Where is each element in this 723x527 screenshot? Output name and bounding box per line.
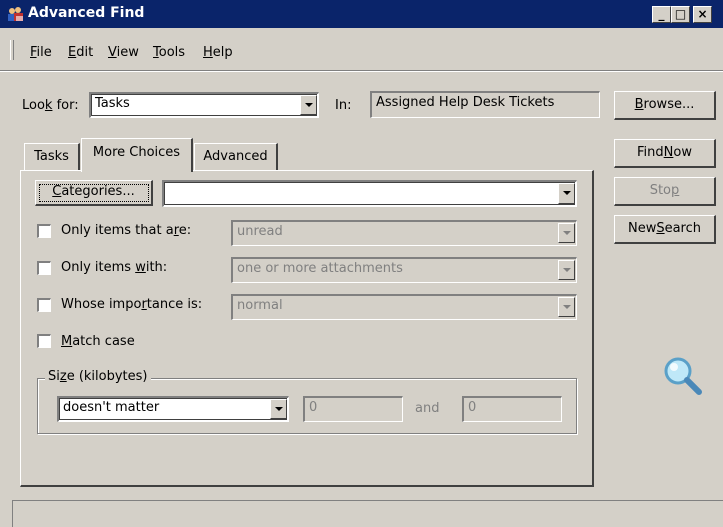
whose-importance-value: normal — [237, 298, 283, 313]
only-items-that-are-dropdown-button[interactable] — [558, 223, 575, 243]
whose-importance-dropdown-button[interactable] — [558, 297, 575, 317]
maximize-icon: □ — [674, 7, 687, 21]
size-to-value: 0 — [468, 400, 477, 415]
close-button[interactable]: × — [693, 6, 712, 23]
only-items-with-value: one or more attachments — [237, 261, 403, 276]
whose-importance-select[interactable]: normal — [231, 294, 577, 320]
size-and-label: and — [415, 401, 440, 416]
status-bar — [12, 500, 723, 527]
only-items-with-select[interactable]: one or more attachments — [231, 257, 577, 283]
menu-view[interactable]: View — [108, 45, 139, 60]
find-now-button[interactable]: Find Now — [614, 139, 716, 168]
chevron-down-icon — [275, 407, 283, 411]
only-items-with-dropdown-button[interactable] — [558, 260, 575, 280]
only-items-with-label: Only items with: — [61, 260, 168, 275]
chevron-down-icon — [563, 231, 571, 235]
chevron-down-icon — [563, 191, 571, 195]
window-title: Advanced Find — [28, 5, 145, 21]
new-search-button[interactable]: New Search — [614, 215, 716, 244]
categories-button[interactable]: Categories... — [35, 180, 153, 206]
match-case-checkbox[interactable] — [37, 334, 51, 348]
tab-panel — [20, 170, 594, 487]
menu-edit[interactable]: Edit — [68, 45, 93, 60]
size-groupbox-legend: Size (kilobytes) — [45, 369, 151, 384]
maximize-button[interactable]: □ — [671, 6, 690, 23]
only-items-that-are-select[interactable]: unread — [231, 220, 577, 246]
tab-advanced[interactable]: Advanced — [194, 143, 278, 170]
menu-tools[interactable]: Tools — [153, 45, 185, 60]
chevron-down-icon — [305, 103, 313, 107]
minimize-icon: _ — [658, 7, 665, 21]
look-for-value: Tasks — [95, 96, 130, 111]
menu-help[interactable]: Help — [203, 45, 233, 60]
stop-button[interactable]: Stop — [614, 177, 716, 206]
look-for-dropdown-button[interactable] — [300, 95, 317, 115]
whose-importance-checkbox[interactable] — [37, 298, 51, 312]
size-condition-select[interactable]: doesn't matter — [57, 396, 289, 422]
match-case-label: Match case — [61, 334, 135, 349]
menu-file[interactable]: File — [30, 45, 52, 60]
chevron-down-icon — [563, 268, 571, 272]
title-bar[interactable]: Advanced Find — [0, 0, 723, 28]
tab-tasks[interactable]: Tasks — [24, 143, 80, 170]
tab-more-choices[interactable]: More Choices — [81, 138, 193, 172]
in-folder-field: Assigned Help Desk Tickets — [370, 91, 600, 118]
in-folder-value: Assigned Help Desk Tickets — [376, 95, 555, 110]
look-for-label: Look for: — [22, 98, 79, 113]
chevron-down-icon — [563, 305, 571, 309]
in-label: In: — [335, 98, 352, 113]
size-from-value: 0 — [309, 400, 318, 415]
categories-dropdown-button[interactable] — [558, 183, 575, 204]
look-for-select[interactable]: Tasks — [89, 92, 319, 118]
only-items-with-checkbox[interactable] — [37, 261, 51, 275]
close-icon: × — [697, 7, 708, 21]
categories-field[interactable] — [162, 180, 577, 207]
size-to-input[interactable]: 0 — [462, 396, 562, 422]
menu-separator — [0, 70, 723, 72]
only-items-that-are-value: unread — [237, 224, 283, 239]
only-items-that-are-checkbox[interactable] — [37, 224, 51, 238]
size-condition-dropdown-button[interactable] — [270, 399, 287, 419]
menu-grip[interactable] — [10, 40, 14, 60]
browse-button[interactable]: Browse... — [614, 91, 716, 120]
people-find-icon — [8, 7, 23, 21]
whose-importance-label: Whose importance is: — [61, 297, 203, 312]
only-items-that-are-label: Only items that are: — [61, 223, 192, 238]
size-from-input[interactable]: 0 — [303, 396, 403, 422]
size-condition-value: doesn't matter — [63, 400, 160, 415]
minimize-button[interactable]: _ — [652, 6, 671, 23]
magnifier-icon — [664, 357, 702, 395]
